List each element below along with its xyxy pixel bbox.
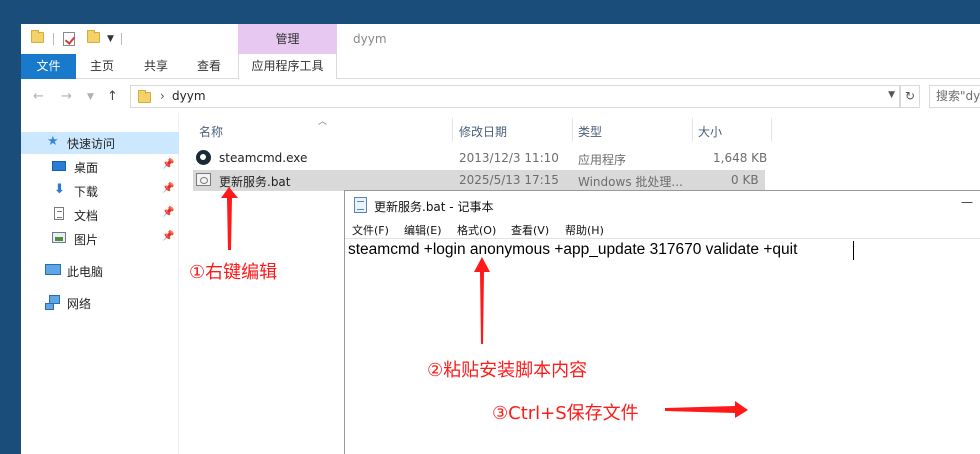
sidebar-item-this-pc[interactable]: 此电脑 [21, 260, 179, 282]
address-bar[interactable]: › dyym ▼ [130, 85, 900, 108]
notepad-text-area[interactable]: steamcmd +login anonymous +app_update 31… [345, 239, 980, 454]
pin-icon[interactable]: 📌 [162, 231, 174, 242]
column-header-modified[interactable]: 修改日期 [459, 123, 507, 140]
star-icon: ★ [47, 134, 59, 149]
file-size: 0 KB [731, 173, 759, 187]
notepad-window: 更新服务.bat - 记事本 — 文件(F) 编辑(E) 格式(O) 查看(V)… [344, 190, 980, 454]
back-arrow-icon[interactable]: ← [33, 89, 44, 104]
column-header-size[interactable]: 大小 [698, 123, 722, 140]
sidebar-item-label: 网络 [67, 297, 92, 311]
sidebar-item-label: 文档 [74, 209, 99, 223]
file-name: 更新服务.bat [219, 175, 291, 189]
column-header-name[interactable]: 名称 [199, 123, 223, 140]
column-divider[interactable] [692, 118, 693, 142]
sidebar-item-label: 桌面 [74, 161, 99, 175]
search-input[interactable]: 搜索"dyym" [929, 85, 980, 108]
notepad-title: 更新服务.bat - 记事本 [374, 200, 494, 214]
annotation-step-3: ③Ctrl+S保存文件 [492, 403, 639, 424]
sidebar-item-downloads[interactable]: ⬇ 下载 📌 [21, 180, 179, 202]
notepad-icon [354, 197, 367, 213]
customize-toolbar-dropdown-icon[interactable]: ▼ [107, 34, 114, 44]
sort-ascending-icon: ︿ [318, 117, 328, 127]
pin-icon[interactable]: 📌 [162, 159, 174, 170]
steam-icon [196, 150, 211, 165]
manage-context-tab[interactable]: 管理 [238, 24, 337, 54]
navigation-bar: ← → ▼ ↑ › dyym ▼ ↻ 搜索"dyym" [21, 80, 980, 114]
file-type: 应用程序 [578, 153, 627, 167]
properties-icon[interactable] [63, 32, 75, 46]
forward-arrow-icon[interactable]: → [61, 89, 72, 104]
ribbon-tabs: 文件 主页 共享 查看 应用程序工具 [21, 54, 980, 79]
document-icon [54, 207, 64, 220]
tab-file[interactable]: 文件 [21, 54, 76, 79]
notepad-title-bar[interactable]: 更新服务.bat - 记事本 — [345, 191, 980, 219]
file-size: 1,648 KB [713, 151, 768, 165]
pin-icon[interactable]: 📌 [162, 183, 174, 194]
folder-icon [138, 90, 151, 103]
annotation-step-2: ②粘贴安装脚本内容 [427, 360, 588, 381]
menu-help[interactable]: 帮助(H) [565, 222, 604, 238]
sidebar-item-quick-access[interactable]: ★ 快速访问 [21, 132, 179, 154]
toolbar-divider [53, 33, 54, 45]
tab-share[interactable]: 共享 [135, 54, 177, 79]
menu-format[interactable]: 格式(O) [457, 222, 496, 238]
column-divider[interactable] [771, 118, 772, 142]
window-title: dyym [353, 32, 387, 46]
text-caret [853, 241, 854, 260]
sidebar-item-label: 下载 [74, 185, 99, 199]
breadcrumb-chevron-icon[interactable]: › [160, 89, 165, 103]
file-type: Windows 批处理... [578, 175, 683, 189]
sidebar-item-label: 快速访问 [67, 137, 116, 151]
sidebar-item-desktop[interactable]: 桌面 📌 [21, 156, 179, 178]
folder-icon[interactable] [31, 30, 44, 43]
address-dropdown-icon[interactable]: ▼ [888, 90, 895, 100]
column-header-type[interactable]: 类型 [578, 123, 602, 140]
batch-file-icon [196, 173, 211, 186]
menu-view[interactable]: 查看(V) [511, 222, 549, 238]
minimize-icon[interactable]: — [961, 195, 973, 209]
sidebar-item-label: 此电脑 [67, 265, 104, 279]
new-folder-icon[interactable] [87, 30, 100, 43]
pin-icon[interactable]: 📌 [162, 207, 174, 218]
menu-file[interactable]: 文件(F) [352, 222, 389, 238]
up-arrow-icon[interactable]: ↑ [107, 89, 118, 104]
tab-view[interactable]: 查看 [188, 54, 230, 79]
table-row[interactable]: steamcmd.exe 2013/12/3 11:10 应用程序 1,648 … [193, 148, 768, 169]
sidebar-item-label: 图片 [74, 233, 99, 247]
tab-home[interactable]: 主页 [81, 54, 123, 79]
computer-icon [45, 264, 61, 275]
navigation-pane: ★ 快速访问 桌面 📌 ⬇ 下载 📌 文档 📌 图片 📌 此电脑 网络 [21, 114, 179, 454]
column-divider[interactable] [572, 118, 573, 142]
notepad-content: steamcmd +login anonymous +app_update 31… [348, 241, 798, 258]
toolbar-divider [121, 33, 122, 45]
file-modified: 2025/5/13 17:15 [459, 173, 559, 187]
tab-application-tools[interactable]: 应用程序工具 [238, 54, 337, 79]
column-divider[interactable] [452, 118, 453, 142]
file-modified: 2013/12/3 11:10 [459, 151, 559, 165]
file-name: steamcmd.exe [219, 151, 308, 165]
table-row[interactable]: 更新服务.bat 2025/5/13 17:15 Windows 批处理... … [193, 170, 765, 191]
quick-access-toolbar: ▼ 管理 dyym [21, 24, 980, 54]
pictures-icon [52, 232, 66, 243]
annotation-step-1: ①右键编辑 [189, 262, 278, 283]
desktop-icon [52, 161, 66, 171]
sidebar-item-network[interactable]: 网络 [21, 292, 179, 314]
notepad-menu-bar: 文件(F) 编辑(E) 格式(O) 查看(V) 帮助(H) [345, 219, 980, 239]
breadcrumb-current-folder[interactable]: dyym [172, 89, 206, 103]
recent-locations-chevron-icon[interactable]: ▼ [87, 92, 94, 102]
network-icon [45, 295, 61, 310]
sidebar-item-pictures[interactable]: 图片 📌 [21, 228, 179, 250]
download-icon: ⬇ [54, 182, 65, 197]
sidebar-item-documents[interactable]: 文档 📌 [21, 204, 179, 226]
refresh-icon[interactable]: ↻ [900, 85, 920, 108]
menu-edit[interactable]: 编辑(E) [404, 222, 442, 238]
